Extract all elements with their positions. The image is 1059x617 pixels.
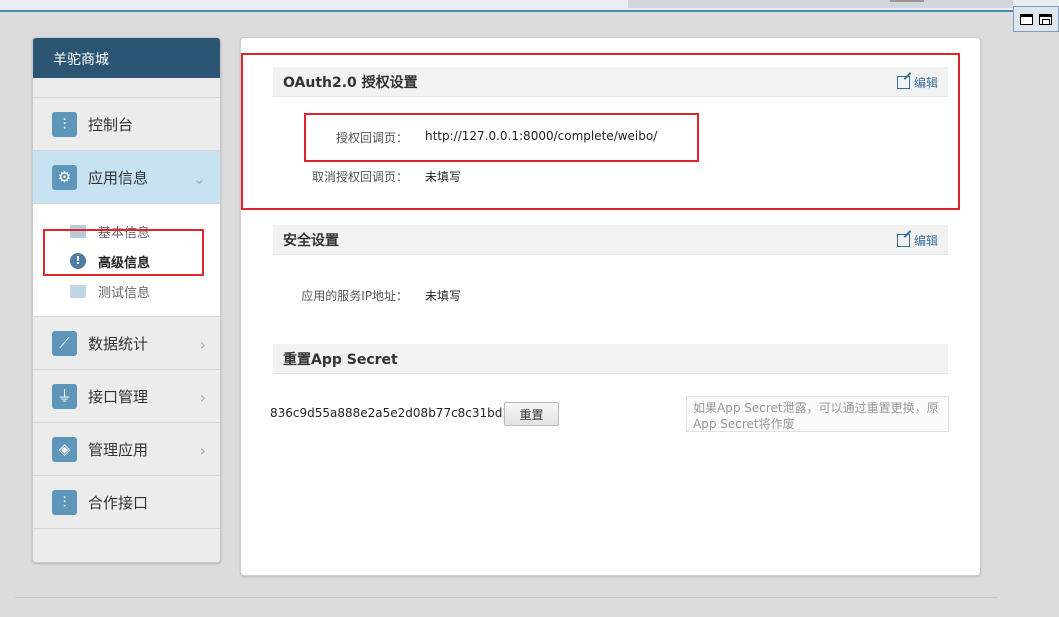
sidebar-item-label: 控制台 [88,115,134,134]
sidebar-item-label: 接口管理 [88,387,149,406]
sidebar-item-label: 管理应用 [88,440,149,459]
window-maximize-icon[interactable] [1020,13,1033,25]
chart-icon: ⟋ [52,330,77,356]
image-icon [70,284,86,298]
app-secret-value: 836c9d55a888e2a5e2d08b77c8c31bd1 [270,406,511,420]
sidebar-item-console[interactable]: ⫶ 控制台 [33,98,220,151]
server-ip-label: 应用的服务IP地址： [301,289,408,303]
sidebar-item-label: 数据统计 [88,334,149,353]
subitem-test-info[interactable]: 测试信息 [33,276,220,306]
sidebar-item-partner-api[interactable]: ⫶ 合作接口 [33,476,220,529]
window-controls [1013,6,1059,32]
sidebar-item-manage-apps[interactable]: ◈ 管理应用 › [33,423,220,476]
sidebar-item-app-info[interactable]: ⚙ 应用信息 ⌄ [33,151,220,204]
edit-label: 编辑 [913,234,938,248]
window-restore-icon[interactable] [1039,13,1052,25]
chevron-right-icon: › [199,388,206,407]
subitem-label: 测试信息 [98,285,151,301]
chevron-right-icon: › [199,441,206,460]
sidebar-item-api[interactable]: ⏚ 接口管理 › [33,370,220,423]
sidebar-item-label: 应用信息 [88,168,149,187]
top-bar-segment [628,0,1013,8]
secret-tip: 如果App Secret泄露，可以通过重置更换，原App Secret将作废 [686,396,949,432]
sidebar-title: 羊驼商城 [33,38,220,78]
sidebar-item-label: 合作接口 [88,493,149,512]
sliders-icon: ⫶ [52,111,77,137]
edit-icon [896,234,910,247]
sliders-icon: ⫶ [52,489,77,515]
gear-icon: ⚙ [52,164,77,190]
highlight-box-callback [304,113,699,162]
section-title: 重置App Secret [283,351,398,368]
sidebar-item-stats[interactable]: ⟋ 数据统计 › [33,317,220,370]
section-secret-header: 重置App Secret [273,344,948,374]
server-ip-value: 未填写 [425,289,462,303]
highlight-box-subitem [43,229,204,276]
sidebar: 羊驼商城 ⫶ 控制台 ⚙ 应用信息 ⌄ 基本信息 ! 高级信息 测试信息 ⟋ 数… [32,37,221,563]
top-bar-tab [890,0,924,2]
section-security-header: 安全设置 编辑 [273,225,948,255]
chevron-down-icon: ⌄ [192,169,206,188]
edit-security-link[interactable]: 编辑 [896,232,938,249]
reset-secret-button[interactable]: 重置 [504,402,559,426]
layers-icon: ◈ [52,436,77,462]
footer-divider [15,597,998,598]
chevron-right-icon: › [199,335,206,354]
section-title: 安全设置 [283,232,339,249]
plug-icon: ⏚ [52,383,77,409]
